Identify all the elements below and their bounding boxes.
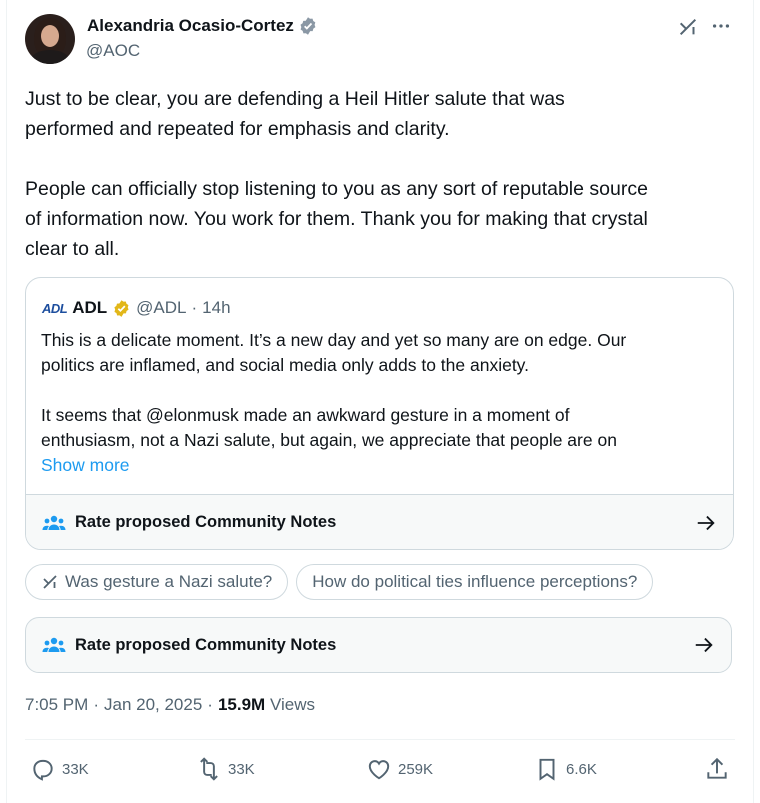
author-name-row[interactable]: Alexandria Ocasio-Cortez [87,16,318,36]
chip-label: Was gesture a Nazi salute? [65,572,273,591]
repost-icon [200,757,218,781]
grok-icon[interactable] [677,16,699,38]
quote-avatar[interactable]: ADL [42,301,68,316]
author-name[interactable]: Alexandria Ocasio-Cortez [87,16,294,36]
quote-separator: · [191,298,198,317]
meta-separator: · [207,695,213,714]
quote-author-handle[interactable]: @ADL [136,298,186,318]
tweet-time[interactable]: 7:05 PM [25,695,88,715]
like-button[interactable]: 259K [366,756,534,782]
notes-label: Rate proposed Community Notes [75,635,337,654]
show-more-link[interactable]: Show more [41,455,130,476]
like-count: 259K [398,760,434,778]
bookmark-count: 6.6K [566,760,597,778]
share-icon [707,757,727,779]
action-bar: 33K 33K 259K 6.6K [30,756,730,782]
chip-political-ties[interactable]: How do political ties influence percepti… [296,564,654,600]
arrow-right-icon [697,515,715,530]
quote-community-notes-bar[interactable]: Rate proposed Community Notes [26,494,733,549]
verified-gold-badge-icon [114,299,129,317]
views-count: 15.9M [217,695,266,714]
bookmark-button[interactable]: 6.6K [534,756,704,782]
tweet-meta: 7:05 PM · Jan 20, 2025 · 15.9M Views [25,695,315,715]
grok-icon [43,575,57,589]
arrow-right-icon [695,637,713,653]
reply-icon [33,759,53,781]
avatar[interactable] [25,14,75,64]
quoted-tweet[interactable]: ADL ADL @ADL · 14h This is a delicate mo… [25,277,734,550]
bookmark-icon [539,758,555,781]
repost-button[interactable]: 33K [196,756,366,782]
chip-label: How do political ties influence percepti… [312,572,638,591]
chip-nazi-salute[interactable]: Was gesture a Nazi salute? [25,564,289,600]
tweet-date[interactable]: Jan 20, 2025 [104,695,202,715]
share-button[interactable] [704,756,730,782]
quote-header: ADL ADL @ADL · 14h [42,298,231,318]
grok-suggestion-chips: Was gesture a Nazi salute? How do politi… [25,564,654,600]
quote-text: This is a delicate moment. It’s a new da… [41,330,627,450]
meta-separator: · [93,695,99,714]
repost-count: 33K [228,760,255,778]
reply-button[interactable]: 33K [30,756,196,782]
reply-count: 33K [62,760,89,778]
author-handle[interactable]: @AOC [86,41,140,61]
community-notes-bar[interactable]: Rate proposed Community Notes [25,617,732,673]
quote-notes-label: Rate proposed Community Notes [75,513,337,531]
people-icon [42,515,66,530]
quote-author-name[interactable]: ADL [72,298,107,318]
views-label: Views [269,695,315,714]
verified-badge-icon [300,17,316,35]
heart-icon [368,760,390,780]
divider [25,739,735,740]
more-options-icon[interactable] [710,15,732,37]
people-icon [42,637,66,652]
quote-time[interactable]: 14h [202,298,230,318]
tweet-text: Just to be clear, you are defending a He… [25,88,648,260]
